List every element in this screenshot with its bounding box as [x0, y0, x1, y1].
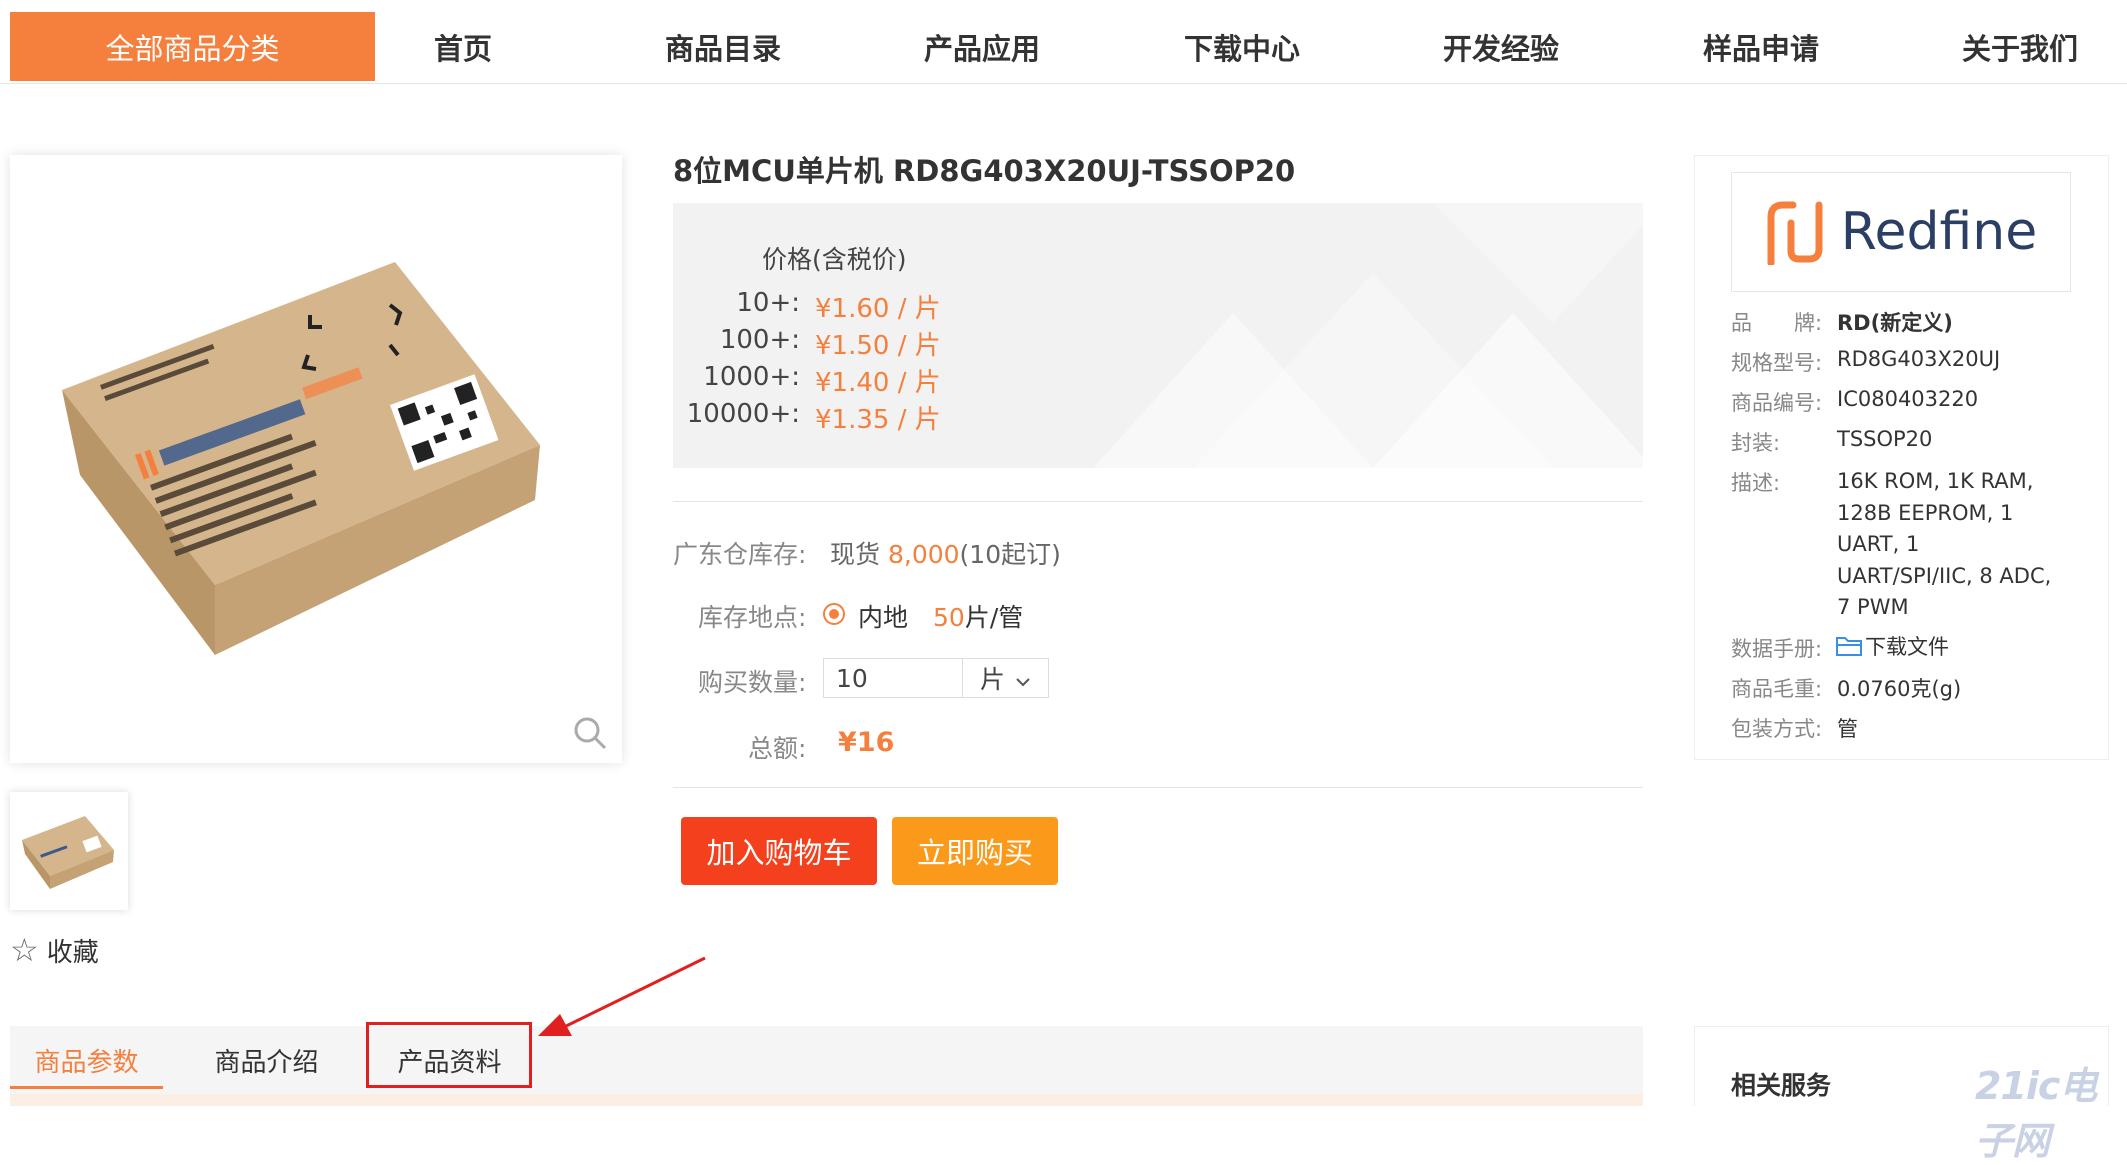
price-tier-value: ¥1.40 / 片	[815, 368, 941, 398]
stock-min-order: (10起订)	[959, 540, 1061, 569]
brand-logo: Redfine	[1731, 172, 2071, 292]
unit-select[interactable]: 片	[963, 658, 1049, 698]
tab-product-intro[interactable]: 商品介绍	[190, 1026, 343, 1094]
spec-label-item-no: 商品编号:	[1731, 391, 1823, 415]
chevron-down-icon	[1015, 664, 1031, 693]
spec-label-package: 封装:	[1731, 431, 1781, 455]
pack-qty-number: 50	[933, 603, 965, 632]
star-icon: ☆	[10, 931, 39, 969]
price-tier-value: ¥1.35 / 片	[815, 405, 941, 435]
spec-value-brand: RD(新定义)	[1837, 311, 1953, 335]
spec-value-package: TSSOP20	[1837, 427, 1933, 451]
nav-item-home[interactable]: 首页	[383, 12, 543, 81]
folder-icon	[1836, 637, 1862, 656]
product-title: 8位MCU单片机 RD8G403X20UJ-TSSOP20	[673, 154, 1296, 188]
nav-item-samples[interactable]: 样品申请	[1681, 12, 1841, 81]
buy-now-button[interactable]: 立即购买	[892, 817, 1058, 885]
spec-label-brand: 品 牌:	[1731, 311, 1823, 335]
product-thumbnail[interactable]	[10, 792, 128, 910]
price-tier-qty: 1000+:	[703, 362, 800, 392]
price-tier-qty: 10+:	[736, 288, 800, 318]
price-label: 价格(含税价)	[762, 245, 907, 274]
highlight-annotation-box	[366, 1022, 532, 1088]
datasheet-download-link[interactable]: 下载文件	[1835, 631, 1949, 661]
spec-label-datasheet: 数据手册:	[1731, 637, 1823, 661]
divider	[673, 787, 1643, 788]
quantity-input[interactable]	[823, 658, 963, 698]
brand-logo-text: Redfine	[1840, 202, 2038, 262]
watermark-logo: 21ic电子网	[1975, 1064, 2097, 1163]
zoom-icon[interactable]	[570, 713, 610, 753]
location-label: 库存地点:	[698, 603, 807, 632]
active-tab-indicator	[10, 1086, 163, 1089]
tab-content-strip	[10, 1094, 1643, 1106]
nav-item-catalog[interactable]: 商品目录	[643, 12, 803, 81]
nav-item-downloads[interactable]: 下载中心	[1162, 12, 1322, 81]
all-categories-button[interactable]: 全部商品分类	[10, 12, 375, 81]
price-tier-qty: 100+:	[719, 325, 800, 355]
spec-value-item-no: IC080403220	[1837, 387, 1979, 411]
total-label: 总额:	[748, 734, 807, 763]
stock-amount: 8,000	[887, 540, 960, 569]
spec-label-description: 描述:	[1731, 471, 1781, 495]
stock-label: 广东仓库存:	[673, 540, 807, 569]
price-tier-value: ¥1.50 / 片	[815, 331, 941, 361]
annotation-arrow-icon	[538, 956, 706, 1036]
spec-value-model: RD8G403X20UJ	[1837, 347, 2001, 371]
spec-label-weight: 商品毛重:	[1731, 677, 1823, 701]
add-to-cart-button[interactable]: 加入购物车	[681, 817, 877, 885]
related-services-heading: 相关服务	[1731, 1071, 1832, 1100]
product-main-image[interactable]	[10, 155, 622, 763]
price-tier-qty: 10000+:	[686, 399, 800, 429]
nav-item-dev-experience[interactable]: 开发经验	[1421, 12, 1581, 81]
redfine-logo-icon	[1767, 201, 1823, 265]
quantity-label: 购买数量:	[698, 668, 807, 697]
favorite-button[interactable]: ☆ 收藏	[10, 930, 99, 970]
spec-value-weight: 0.0760克(g)	[1837, 677, 1962, 701]
spec-value-packing: 管	[1837, 717, 1858, 741]
spec-label-model: 规格型号:	[1731, 351, 1823, 375]
tab-product-params[interactable]: 商品参数	[10, 1026, 163, 1094]
pack-quantity: 50片/管	[933, 598, 1023, 634]
divider	[673, 501, 1643, 502]
nav-item-about[interactable]: 关于我们	[1940, 12, 2100, 81]
unit-select-value: 片	[979, 665, 1005, 694]
spec-label-packing: 包装方式:	[1731, 717, 1823, 741]
datasheet-download-label: 下载文件	[1865, 635, 1949, 659]
pack-qty-unit: 片/管	[964, 603, 1024, 632]
location-radio[interactable]	[823, 603, 845, 625]
favorite-label: 收藏	[46, 937, 99, 968]
spec-value-description: 16K ROM, 1K RAM, 128B EEPROM, 1 UART, 1 …	[1837, 469, 2052, 619]
total-value: ¥16	[838, 727, 895, 758]
stock-value: 现货 8,000(10起订)	[830, 535, 1061, 571]
price-tier-value: ¥1.60 / 片	[815, 294, 941, 324]
location-option[interactable]: 内地	[858, 598, 908, 634]
stock-prefix: 现货	[830, 540, 881, 569]
nav-item-applications[interactable]: 产品应用	[902, 12, 1062, 81]
